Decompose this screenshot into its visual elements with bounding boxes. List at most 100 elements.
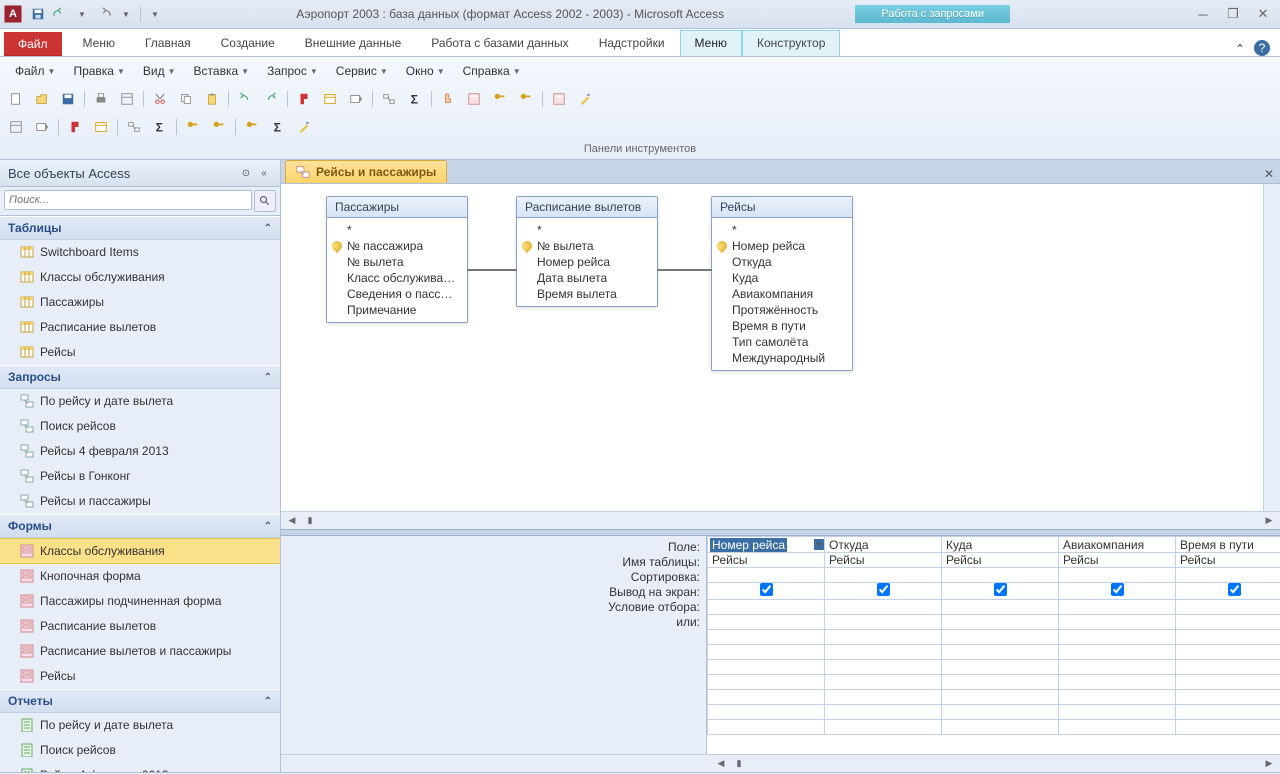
nav-group-header[interactable]: Формы⌃ — [0, 514, 280, 538]
rel-icon[interactable] — [122, 115, 146, 139]
grid-cell[interactable]: Рейсы — [1059, 553, 1176, 568]
grid-cell[interactable]: Рейсы — [708, 553, 825, 568]
form-icon[interactable] — [462, 87, 486, 111]
view-icon[interactable] — [4, 115, 28, 139]
grid-cell[interactable] — [1059, 645, 1176, 660]
grid-hscrollbar[interactable]: ◀ ▮ ▶ — [281, 754, 1280, 772]
run-icon[interactable] — [63, 115, 87, 139]
qat-customize-icon[interactable]: ▼ — [145, 4, 165, 24]
search-input[interactable] — [4, 190, 252, 210]
grid-cell[interactable] — [1059, 675, 1176, 690]
ribbon-tab[interactable]: Работа с базами данных — [416, 30, 583, 56]
wand-icon[interactable] — [292, 115, 316, 139]
entity-field[interactable]: Куда — [712, 270, 852, 286]
redo-icon[interactable] — [259, 87, 283, 111]
grid-cell[interactable] — [1059, 600, 1176, 615]
grid-cell[interactable] — [942, 600, 1059, 615]
grid-cell[interactable] — [825, 690, 942, 705]
scroll-bar-icon[interactable]: ▮ — [303, 514, 317, 528]
nav-item[interactable]: Рейсы в Гонконг — [0, 464, 280, 489]
sigma-icon[interactable]: Σ — [148, 115, 172, 139]
grid-cell[interactable] — [708, 675, 825, 690]
entity-field[interactable]: * — [327, 222, 467, 238]
scroll-right-icon[interactable]: ▶ — [1262, 514, 1276, 528]
grid-cell[interactable]: Рейсы — [942, 553, 1059, 568]
grid-scroll-bar-icon[interactable]: ▮ — [732, 757, 746, 771]
grid-cell[interactable] — [708, 630, 825, 645]
grid-cell[interactable] — [942, 583, 1059, 600]
entity-header[interactable]: Расписание вылетов — [517, 197, 657, 218]
grid-cell[interactable] — [942, 645, 1059, 660]
ribbon-tab[interactable]: Внешние данные — [290, 30, 417, 56]
grid-cell[interactable] — [708, 568, 825, 583]
save-icon[interactable] — [28, 4, 48, 24]
nav-item[interactable]: Расписание вылетов — [0, 315, 280, 340]
entity-field[interactable]: Авиакомпания — [712, 286, 852, 302]
nav-dropdown-icon[interactable]: ⊙ — [238, 165, 254, 181]
nav-header[interactable]: Все объекты Access ⊙ « — [0, 160, 280, 187]
nav-item[interactable]: Поиск рейсов — [0, 738, 280, 763]
entity-header[interactable]: Рейсы — [712, 197, 852, 218]
entity-table[interactable]: Расписание вылетов*№ вылетаНомер рейсаДа… — [516, 196, 658, 307]
nav-item[interactable]: Поиск рейсов — [0, 414, 280, 439]
redo-icon[interactable] — [94, 4, 114, 24]
show-checkbox[interactable] — [1228, 583, 1241, 596]
open-icon[interactable] — [30, 87, 54, 111]
grid-cell[interactable] — [1176, 675, 1280, 690]
nav-collapse-icon[interactable]: « — [256, 165, 272, 181]
nav-item[interactable]: Рейсы — [0, 664, 280, 689]
canvas-vscrollbar[interactable] — [1263, 184, 1280, 511]
grid-cell[interactable] — [942, 675, 1059, 690]
menu-item[interactable]: Правка ▼ — [64, 60, 133, 82]
nav-item[interactable]: Кнопочная форма — [0, 564, 280, 589]
grid-cell[interactable]: Рейсы — [825, 553, 942, 568]
grid-cell[interactable] — [825, 675, 942, 690]
entity-field[interactable]: Дата вылета — [517, 270, 657, 286]
entity-field[interactable]: Номер рейса — [517, 254, 657, 270]
grid-cell[interactable] — [1059, 583, 1176, 600]
grid-scroll-right-icon[interactable]: ▶ — [1262, 757, 1276, 771]
grid-cell[interactable] — [942, 705, 1059, 720]
key-icon[interactable] — [240, 115, 264, 139]
nav-item[interactable]: По рейсу и дате вылета — [0, 713, 280, 738]
grid-cell[interactable] — [942, 690, 1059, 705]
print-icon[interactable] — [89, 87, 113, 111]
query-design-canvas[interactable]: Пассажиры*№ пассажира№ вылетаКласс обслу… — [281, 184, 1263, 511]
grid-cell[interactable] — [1059, 720, 1176, 735]
form-icon[interactable] — [547, 87, 571, 111]
grid-cell[interactable] — [825, 600, 942, 615]
entity-field[interactable]: № вылета — [327, 254, 467, 270]
entity-field[interactable]: Примечание — [327, 302, 467, 318]
entity-field[interactable]: Откуда — [712, 254, 852, 270]
ribbon-tab[interactable]: Меню — [680, 30, 742, 56]
grid-cell[interactable] — [1176, 583, 1280, 600]
table-icon[interactable] — [89, 115, 113, 139]
entity-field[interactable]: * — [712, 222, 852, 238]
grid-cell[interactable] — [1059, 705, 1176, 720]
menu-item[interactable]: Вставка ▼ — [185, 60, 259, 82]
copy-icon[interactable] — [174, 87, 198, 111]
entity-field[interactable]: Международный — [712, 350, 852, 366]
ribbon-tab[interactable]: Меню — [68, 30, 130, 56]
nav-group-header[interactable]: Таблицы⌃ — [0, 216, 280, 240]
grid-cell[interactable] — [825, 630, 942, 645]
new-icon[interactable] — [4, 87, 28, 111]
restore-button[interactable]: ❐ — [1220, 6, 1246, 22]
entity-field[interactable]: * — [517, 222, 657, 238]
relationship-line[interactable] — [657, 269, 712, 271]
grid-cell[interactable]: Время в пути — [1176, 537, 1280, 553]
entity-field[interactable]: Номер рейса — [712, 238, 852, 254]
table-icon[interactable] — [318, 87, 342, 111]
grid-cell[interactable] — [708, 720, 825, 735]
doc-close-button[interactable]: ✕ — [1260, 165, 1278, 183]
sigma-icon[interactable]: Σ — [266, 115, 290, 139]
show-checkbox[interactable] — [994, 583, 1007, 596]
grid-cell[interactable] — [708, 600, 825, 615]
save-icon[interactable] — [56, 87, 80, 111]
grid-cell[interactable]: Номер рейса▾ — [708, 537, 825, 553]
wand-icon[interactable] — [573, 87, 597, 111]
hand-icon[interactable] — [436, 87, 460, 111]
minimize-ribbon-icon[interactable]: ⌄ — [1232, 40, 1248, 56]
show-checkbox[interactable] — [1111, 583, 1124, 596]
nav-item[interactable]: Классы обслуживания — [0, 538, 280, 564]
